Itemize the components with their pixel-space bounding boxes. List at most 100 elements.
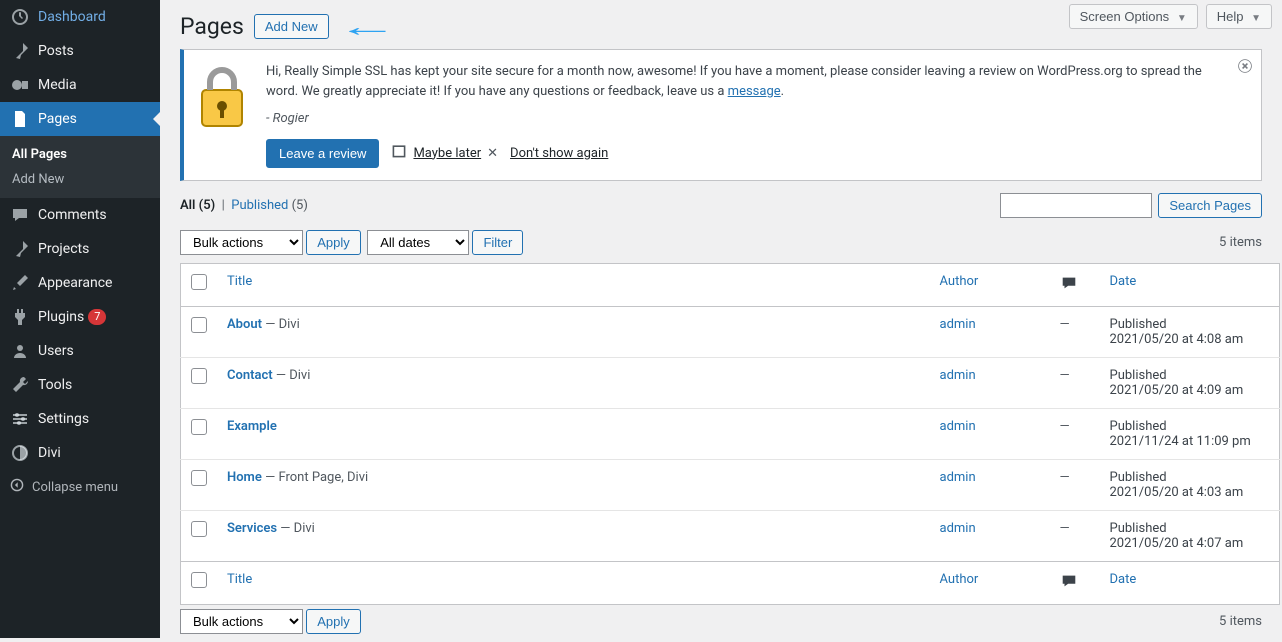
sidebar-label: Settings [38, 411, 89, 427]
tablenav-bottom: Bulk actions Apply 5 items [160, 605, 1282, 642]
checkbox-icon [191, 274, 207, 290]
add-new-button[interactable]: Add New [254, 14, 329, 39]
page-title-link[interactable]: About [227, 317, 262, 332]
sidebar-label: Media [38, 77, 77, 93]
author-link[interactable]: admin [940, 368, 976, 383]
sidebar-label: Posts [38, 43, 74, 59]
author-link[interactable]: admin [940, 470, 976, 485]
col-comments-footer[interactable] [1050, 561, 1100, 604]
row-author-cell: admin [930, 306, 1050, 357]
apply-bulk-button-bottom[interactable]: Apply [306, 609, 361, 634]
bulk-actions-select[interactable]: Bulk actions [180, 230, 303, 255]
table-row: Contact — Diviadmin—Published2021/05/20 … [181, 357, 1280, 408]
col-author-header[interactable]: Author [930, 263, 1050, 306]
checkbox-icon [191, 470, 207, 486]
publish-status: Published [1110, 317, 1270, 332]
publish-datetime: 2021/11/24 at 11:09 pm [1110, 434, 1251, 449]
row-checkbox-cell[interactable] [181, 510, 218, 561]
wrench-icon [10, 375, 30, 395]
divi-icon [10, 443, 30, 463]
sidebar-item-tools[interactable]: Tools [0, 368, 160, 402]
sidebar-item-dashboard[interactable]: Dashboard [0, 0, 160, 34]
row-checkbox-cell[interactable] [181, 357, 218, 408]
row-title-cell: Services — Divi [217, 510, 930, 561]
row-checkbox-cell[interactable] [181, 306, 218, 357]
notice-signature: - Rogier [266, 109, 1225, 129]
comment-icon [10, 205, 30, 225]
page-title-link[interactable]: Home [227, 470, 262, 485]
page-title-link[interactable]: Contact [227, 368, 273, 383]
status-published[interactable]: Published (5) [231, 198, 308, 213]
row-comments-cell: — [1050, 459, 1100, 510]
publish-datetime: 2021/05/20 at 4:07 am [1110, 536, 1244, 551]
pin-icon [10, 41, 30, 61]
author-link[interactable]: admin [940, 317, 976, 332]
row-comments-cell: — [1050, 306, 1100, 357]
sidebar-label: Users [38, 343, 74, 359]
sliders-icon [10, 409, 30, 429]
apply-bulk-button[interactable]: Apply [306, 230, 361, 255]
checkbox-icon [191, 317, 207, 333]
search-input[interactable] [1000, 193, 1152, 218]
select-all-header[interactable] [181, 263, 218, 306]
sidebar-item-appearance[interactable]: Appearance [0, 266, 160, 300]
maybe-later-link[interactable]: Maybe later ✕ [391, 143, 498, 163]
page-title-link[interactable]: Example [227, 419, 277, 434]
search-pages-button[interactable]: Search Pages [1158, 193, 1262, 218]
page-title: Pages [180, 13, 244, 40]
table-row: Home — Front Page, Diviadmin—Published20… [181, 459, 1280, 510]
row-title-cell: Example [217, 408, 930, 459]
bulk-actions-select-bottom[interactable]: Bulk actions [180, 609, 303, 634]
row-author-cell: admin [930, 459, 1050, 510]
sidebar-label: Appearance [38, 275, 112, 291]
collapse-menu[interactable]: Collapse menu [0, 470, 160, 504]
page-title-suffix: — Divi [262, 317, 300, 332]
dont-show-link[interactable]: Don't show again [510, 146, 608, 161]
sidebar-item-divi[interactable]: Divi [0, 436, 160, 470]
leave-review-button[interactable]: Leave a review [266, 139, 379, 168]
status-all-count: (5) [199, 198, 216, 213]
col-author-footer[interactable]: Author [930, 561, 1050, 604]
row-checkbox-cell[interactable] [181, 408, 218, 459]
sidebar-item-settings[interactable]: Settings [0, 402, 160, 436]
sidebar-item-pages[interactable]: Pages [0, 102, 160, 136]
col-date-header[interactable]: Date [1100, 263, 1280, 306]
table-row: About — Diviadmin—Published2021/05/20 at… [181, 306, 1280, 357]
sidebar-label: Pages [38, 111, 77, 127]
sidebar-item-comments[interactable]: Comments [0, 198, 160, 232]
author-link[interactable]: admin [940, 521, 976, 536]
sidebar-item-media[interactable]: Media [0, 68, 160, 102]
submenu-add-new[interactable]: Add New [0, 167, 160, 192]
checkbox-icon [191, 419, 207, 435]
message-link[interactable]: message [728, 84, 781, 99]
col-date-footer[interactable]: Date [1100, 561, 1280, 604]
admin-sidebar: Dashboard Posts Media Pages All Pages Ad… [0, 0, 160, 638]
search-form: Search Pages [1000, 193, 1262, 218]
page-title-link[interactable]: Services [227, 521, 277, 536]
row-checkbox-cell[interactable] [181, 459, 218, 510]
page-title-suffix: — Divi [277, 521, 315, 536]
sidebar-item-plugins[interactable]: Plugins 7 [0, 300, 160, 334]
select-all-footer[interactable] [181, 561, 218, 604]
items-count-bottom: 5 items [1219, 614, 1262, 629]
row-author-cell: admin [930, 510, 1050, 561]
filter-button[interactable]: Filter [472, 230, 523, 255]
notice-body: Hi, Really Simple SSL has kept your site… [266, 62, 1225, 168]
status-filter: All (5) | Published (5) Search Pages [160, 193, 1282, 226]
dates-select[interactable]: All dates [367, 230, 469, 255]
dont-show-label: Don't show again [510, 146, 608, 161]
pages-table: Title Author Date About — Divi admin — Publ… [180, 263, 1280, 605]
sidebar-item-users[interactable]: Users [0, 334, 160, 368]
collapse-label: Collapse menu [32, 480, 118, 495]
submenu-all-pages[interactable]: All Pages [0, 142, 160, 167]
sidebar-item-posts[interactable]: Posts [0, 34, 160, 68]
col-comments-header[interactable] [1050, 263, 1100, 306]
col-title-footer[interactable]: Title [217, 561, 930, 604]
row-comments-cell: — [1050, 357, 1100, 408]
col-title-header[interactable]: Title [217, 263, 930, 306]
row-author-cell: admin [930, 408, 1050, 459]
author-link[interactable]: admin [940, 419, 976, 434]
status-all[interactable]: All (5) [180, 198, 215, 213]
sidebar-item-projects[interactable]: Projects [0, 232, 160, 266]
dismiss-notice-button[interactable] [1237, 58, 1253, 78]
